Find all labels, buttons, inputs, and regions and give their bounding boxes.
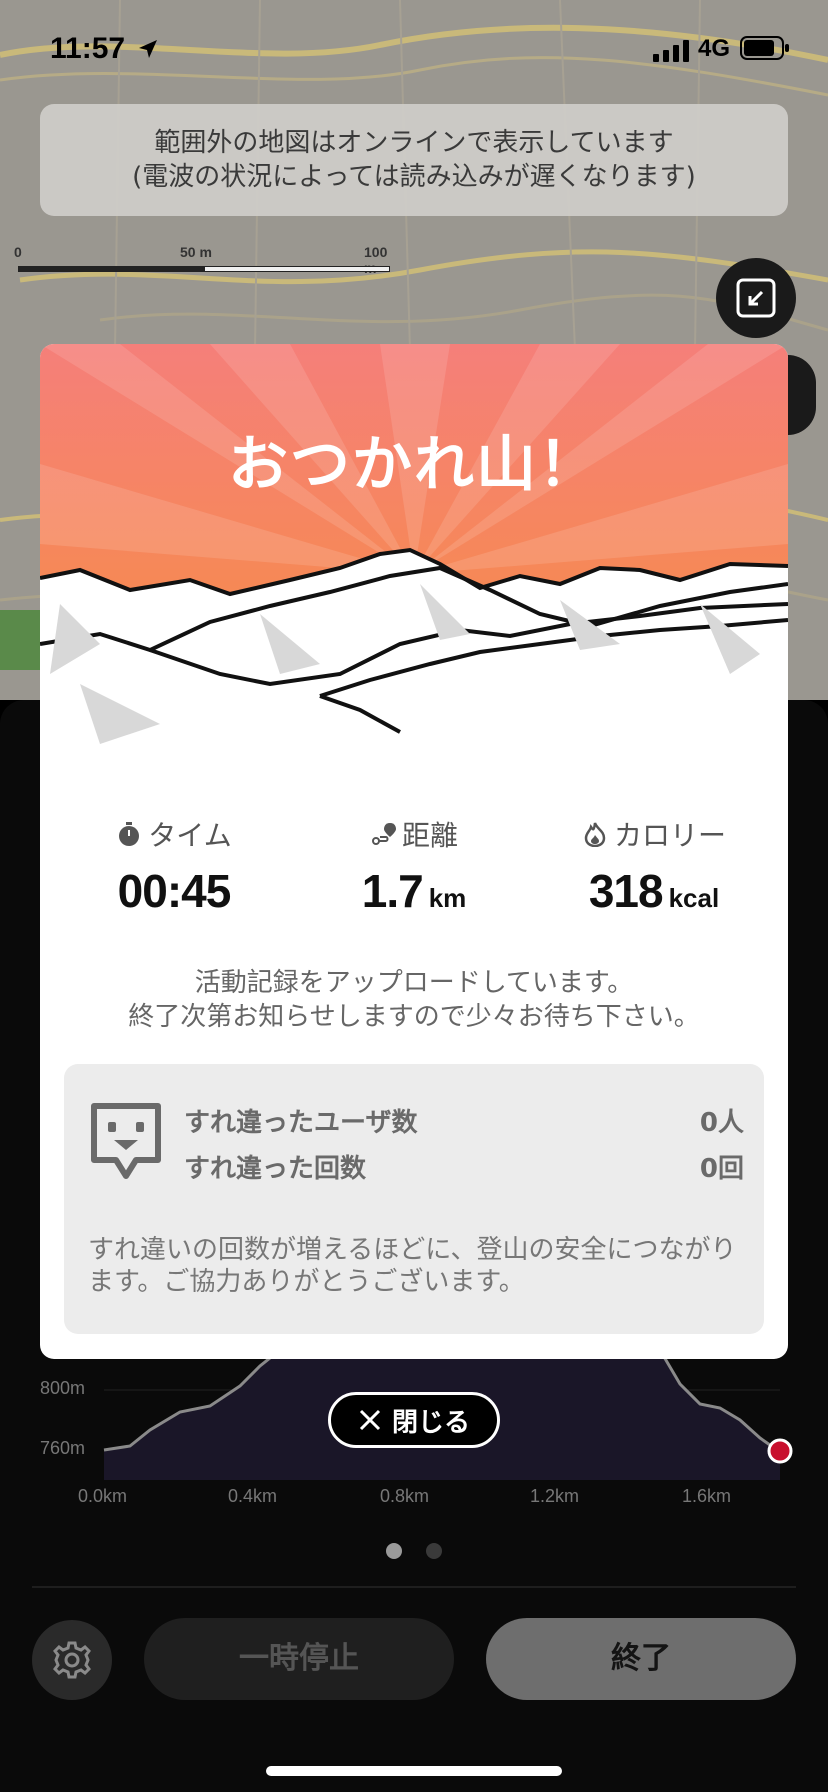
encounter-users-row: すれ違ったユーザ数 0人 [184,1102,744,1139]
stat-calories: カロリー 318 kcal [534,814,774,918]
scale-label-0: 0 [14,244,22,260]
encounter-face-icon [91,1103,161,1179]
stat-distance-value: 1.7 [361,865,424,917]
collapse-icon [736,278,776,318]
stat-time-value: 00:45 [117,865,232,917]
stat-calories-label: カロリー [613,819,726,852]
scale-bar-dark [18,266,204,272]
stopwatch-icon [119,822,140,846]
x-tick-0: 0.0km [78,1486,128,1506]
end-button[interactable]: 終了 [486,1618,796,1700]
map-expand-button[interactable] [716,258,796,338]
upload-message: 活動記録をアップロードしています。 終了次第お知らせしますので少々お待ち下さい。 [40,966,788,1034]
stat-distance: 距離 1.7 km [294,814,534,918]
stat-distance-label: 距離 [401,819,458,852]
finish-modal: おつかれ山！ タイム 00:45 距離 1.7 km カロリー 318 kcal… [40,344,788,1359]
stat-time-label: タイム [148,819,232,852]
x-tick-3: 1.2km [530,1486,580,1506]
mountain-sunburst-illustration [40,344,788,774]
y-tick-800: 800m [40,1378,86,1398]
route-icon [371,823,396,845]
location-arrow-icon [139,40,157,58]
close-button[interactable]: 閉じる [328,1392,500,1448]
status-time: 11:57 [50,32,126,65]
activity-stats: タイム 00:45 距離 1.7 km カロリー 318 kcal [40,814,788,924]
encounter-info: すれ違ったユーザ数 0人 すれ違った回数 0回 すれ違いの回数が増えるほどに、登… [64,1064,764,1334]
network-type: 4G [698,35,731,62]
notice-line-2: (電波の状況によっては読み込みが遅くなります) [132,162,696,192]
signal-icon [653,40,689,62]
flame-icon [584,822,606,847]
notice-line-1: 範囲外の地図はオンラインで表示しています [154,128,674,158]
map-online-notice: 範囲外の地図はオンラインで表示しています (電波の状況によっては読み込みが遅くな… [40,104,788,216]
stat-time: タイム 00:45 [54,814,294,918]
divider [32,1586,796,1588]
upload-message-line-2: 終了次第お知らせしますので少々お待ち下さい。 [128,1002,700,1032]
x-tick-4: 1.6km [682,1486,732,1506]
gear-icon [53,1641,91,1679]
encounter-count-row: すれ違った回数 0回 [184,1148,744,1185]
page-dot-2[interactable] [426,1543,442,1559]
encounter-note: すれ違いの回数が増えるほどに、登山の安全につながります。ご協力ありがとうございま… [88,1235,737,1297]
y-tick-760: 760m [40,1438,86,1458]
scale-label-50: 50 m [180,244,212,260]
stat-calories-value: 318 [588,865,664,917]
encounter-count-value: 0回 [699,1154,744,1184]
map-area-green [0,610,40,670]
status-bar: 11:57 4G [0,0,828,100]
page-dot-1[interactable] [386,1543,402,1559]
home-indicator [266,1766,562,1776]
stat-distance-unit: km [428,883,467,913]
settings-button[interactable] [32,1620,112,1700]
modal-title: おつかれ山！ [228,430,600,500]
encounter-users-value: 0人 [699,1108,744,1138]
encounter-count-label: すれ違った回数 [184,1154,367,1184]
battery-icon [740,36,789,60]
map-scale: 0 50 m 100 m [14,244,394,276]
x-tick-1: 0.4km [228,1486,278,1506]
close-button-label: 閉じる [391,1407,470,1438]
x-tick-2: 0.8km [380,1486,430,1506]
pause-button[interactable]: 一時停止 [144,1618,454,1700]
modal-hero: おつかれ山！ [40,344,788,774]
close-icon [359,1409,381,1431]
stat-calories-unit: kcal [668,883,720,913]
encounter-users-label: すれ違ったユーザ数 [184,1108,418,1138]
upload-message-line-1: 活動記録をアップロードしています。 [194,968,634,998]
scale-bar-light [204,266,390,272]
current-position-marker [767,1438,793,1464]
